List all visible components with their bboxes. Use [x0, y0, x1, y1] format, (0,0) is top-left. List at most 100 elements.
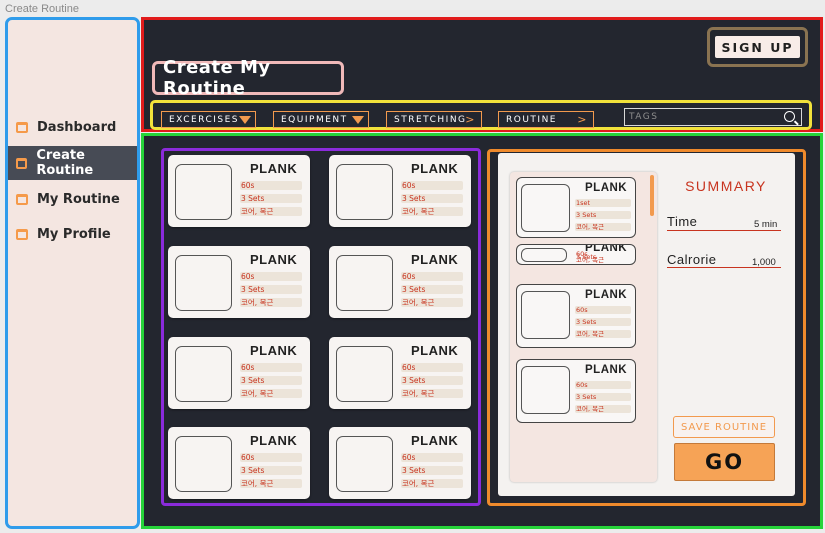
filter-label: EXCERCISES — [169, 114, 240, 125]
exercise-thumbnail — [175, 436, 232, 492]
exercise-sets: 3 Sets — [240, 376, 302, 385]
exercise-grid: PLANK 60s 3 Sets 코어, 복근 PLANK 60s 3 Sets… — [161, 148, 481, 506]
exercise-card[interactable]: PLANK 60s 3 Sets 코어, 복근 — [329, 337, 471, 409]
exercise-thumbnail — [336, 346, 393, 402]
calendar-icon — [16, 121, 28, 133]
routine-title: PLANK — [585, 182, 628, 194]
routine-sets: 3 Sets — [575, 211, 631, 219]
routine-thumbnail — [521, 248, 567, 262]
exercise-sets: 3 Sets — [240, 285, 302, 294]
routine-title: PLANK — [585, 289, 628, 301]
routine-duration: 60s — [575, 381, 631, 389]
routine-title: PLANK — [585, 364, 628, 376]
routine-item-dragging[interactable]: PLANK 60s 3 Sets 코어, 복근 — [516, 244, 636, 265]
sidebar-item-label: My Routine — [37, 191, 120, 207]
sidebar: Dashboard Create Routine My Routine My P… — [5, 17, 140, 529]
routine-item[interactable]: PLANK 1set 3 Sets 코어, 복근 — [516, 177, 636, 238]
chevron-right-icon: > — [577, 113, 588, 126]
exercise-card[interactable]: PLANK 60s 3 Sets 코어, 복근 — [168, 246, 310, 318]
exercise-title: PLANK — [411, 433, 459, 448]
routine-target: 코어, 복근 — [576, 256, 605, 264]
routine-list[interactable]: PLANK 1set 3 Sets 코어, 복근 PLANK 60s 3 Set… — [510, 172, 657, 482]
exercise-card[interactable]: PLANK 60s 3 Sets 코어, 복근 — [168, 155, 310, 227]
filter-stretching-button[interactable]: STRETCHING > — [386, 111, 482, 128]
exercise-sets: 3 Sets — [401, 466, 463, 475]
routine-thumbnail — [521, 184, 570, 232]
exercise-target: 코어, 복근 — [240, 479, 302, 488]
page-title: Create My Routine — [152, 57, 344, 99]
exercise-thumbnail — [175, 164, 232, 220]
exercise-target: 코어, 복근 — [401, 298, 463, 307]
routine-list-scrollbar[interactable] — [650, 175, 654, 216]
exercise-sets: 3 Sets — [401, 194, 463, 203]
exercise-sets: 3 Sets — [240, 194, 302, 203]
summary-title: SUMMARY — [685, 178, 767, 194]
filter-label: ROUTINE — [506, 114, 557, 125]
exercise-title: PLANK — [411, 252, 459, 267]
tags-search-input[interactable]: TAGS — [624, 108, 802, 126]
filter-routine-button[interactable]: ROUTINE > — [498, 111, 594, 128]
exercise-title: PLANK — [411, 343, 459, 358]
routine-thumbnail — [521, 291, 570, 339]
exercise-sets: 3 Sets — [401, 285, 463, 294]
exercise-thumbnail — [336, 436, 393, 492]
sidebar-item-create-routine[interactable]: Create Routine — [8, 146, 137, 180]
calorie-label: Calrorie — [667, 252, 717, 267]
exercise-duration: 60s — [401, 181, 463, 190]
exercise-title: PLANK — [250, 343, 298, 358]
exercise-card[interactable]: PLANK 60s 3 Sets 코어, 복근 — [329, 246, 471, 318]
sign-up-button[interactable]: SIGN UP — [715, 36, 800, 58]
chevron-right-icon: > — [465, 113, 476, 126]
routine-target: 코어, 복근 — [575, 223, 631, 231]
routine-target: 코어, 복근 — [575, 405, 631, 413]
exercise-thumbnail — [175, 346, 232, 402]
time-underline — [667, 230, 781, 231]
calorie-underline — [667, 267, 781, 268]
exercise-card[interactable]: PLANK 60s 3 Sets 코어, 복근 — [168, 337, 310, 409]
save-routine-button[interactable]: SAVE ROUTINE — [673, 416, 775, 438]
time-label: Time — [667, 214, 698, 229]
exercise-card[interactable]: PLANK 60s 3 Sets 코어, 복근 — [329, 427, 471, 499]
triangle-down-icon — [352, 116, 364, 124]
filter-exercises-dropdown[interactable]: EXCERCISES — [161, 111, 256, 128]
routine-item[interactable]: PLANK 60s 3 Sets 코어, 복근 — [516, 359, 636, 423]
sidebar-item-my-profile[interactable]: My Profile — [8, 217, 137, 251]
filter-equipment-dropdown[interactable]: EQUIPMENT — [273, 111, 369, 128]
filter-label: STRETCHING — [394, 114, 467, 125]
exercise-thumbnail — [336, 164, 393, 220]
go-button[interactable]: GO — [674, 443, 775, 481]
exercise-card[interactable]: PLANK 60s 3 Sets 코어, 복근 — [329, 155, 471, 227]
routine-target: 코어, 복근 — [575, 330, 631, 338]
exercise-title: PLANK — [250, 433, 298, 448]
exercise-duration: 60s — [240, 181, 302, 190]
exercise-title: PLANK — [250, 161, 298, 176]
calendar-icon — [16, 228, 28, 240]
exercise-target: 코어, 복근 — [240, 389, 302, 398]
exercise-duration: 60s — [240, 363, 302, 372]
exercise-thumbnail — [175, 255, 232, 311]
exercise-target: 코어, 복근 — [240, 298, 302, 307]
sidebar-item-label: Create Routine — [36, 148, 94, 178]
exercise-title: PLANK — [411, 161, 459, 176]
sidebar-item-label: My Profile — [37, 226, 111, 242]
exercise-card[interactable]: PLANK 60s 3 Sets 코어, 복근 — [168, 427, 310, 499]
exercise-duration: 60s — [240, 453, 302, 462]
window-title: Create Routine — [5, 3, 79, 15]
sidebar-item-dashboard[interactable]: Dashboard — [8, 110, 137, 144]
exercise-duration: 60s — [401, 272, 463, 281]
calendar-icon — [16, 193, 28, 205]
exercise-duration: 60s — [401, 453, 463, 462]
exercise-duration: 60s — [240, 272, 302, 281]
exercise-thumbnail — [336, 255, 393, 311]
routine-sets: 3 Sets — [575, 393, 631, 401]
search-icon[interactable] — [784, 111, 795, 122]
exercise-sets: 3 Sets — [240, 466, 302, 475]
routine-sets: 3 Sets — [575, 318, 631, 326]
triangle-down-icon — [239, 116, 251, 124]
routine-item[interactable]: PLANK 60s 3 Sets 코어, 복근 — [516, 284, 636, 348]
routine-duration: 1set — [575, 199, 631, 207]
calendar-icon — [16, 157, 28, 169]
routine-thumbnail — [521, 366, 570, 414]
filter-label: EQUIPMENT — [281, 114, 348, 125]
sidebar-item-my-routine[interactable]: My Routine — [8, 182, 137, 216]
